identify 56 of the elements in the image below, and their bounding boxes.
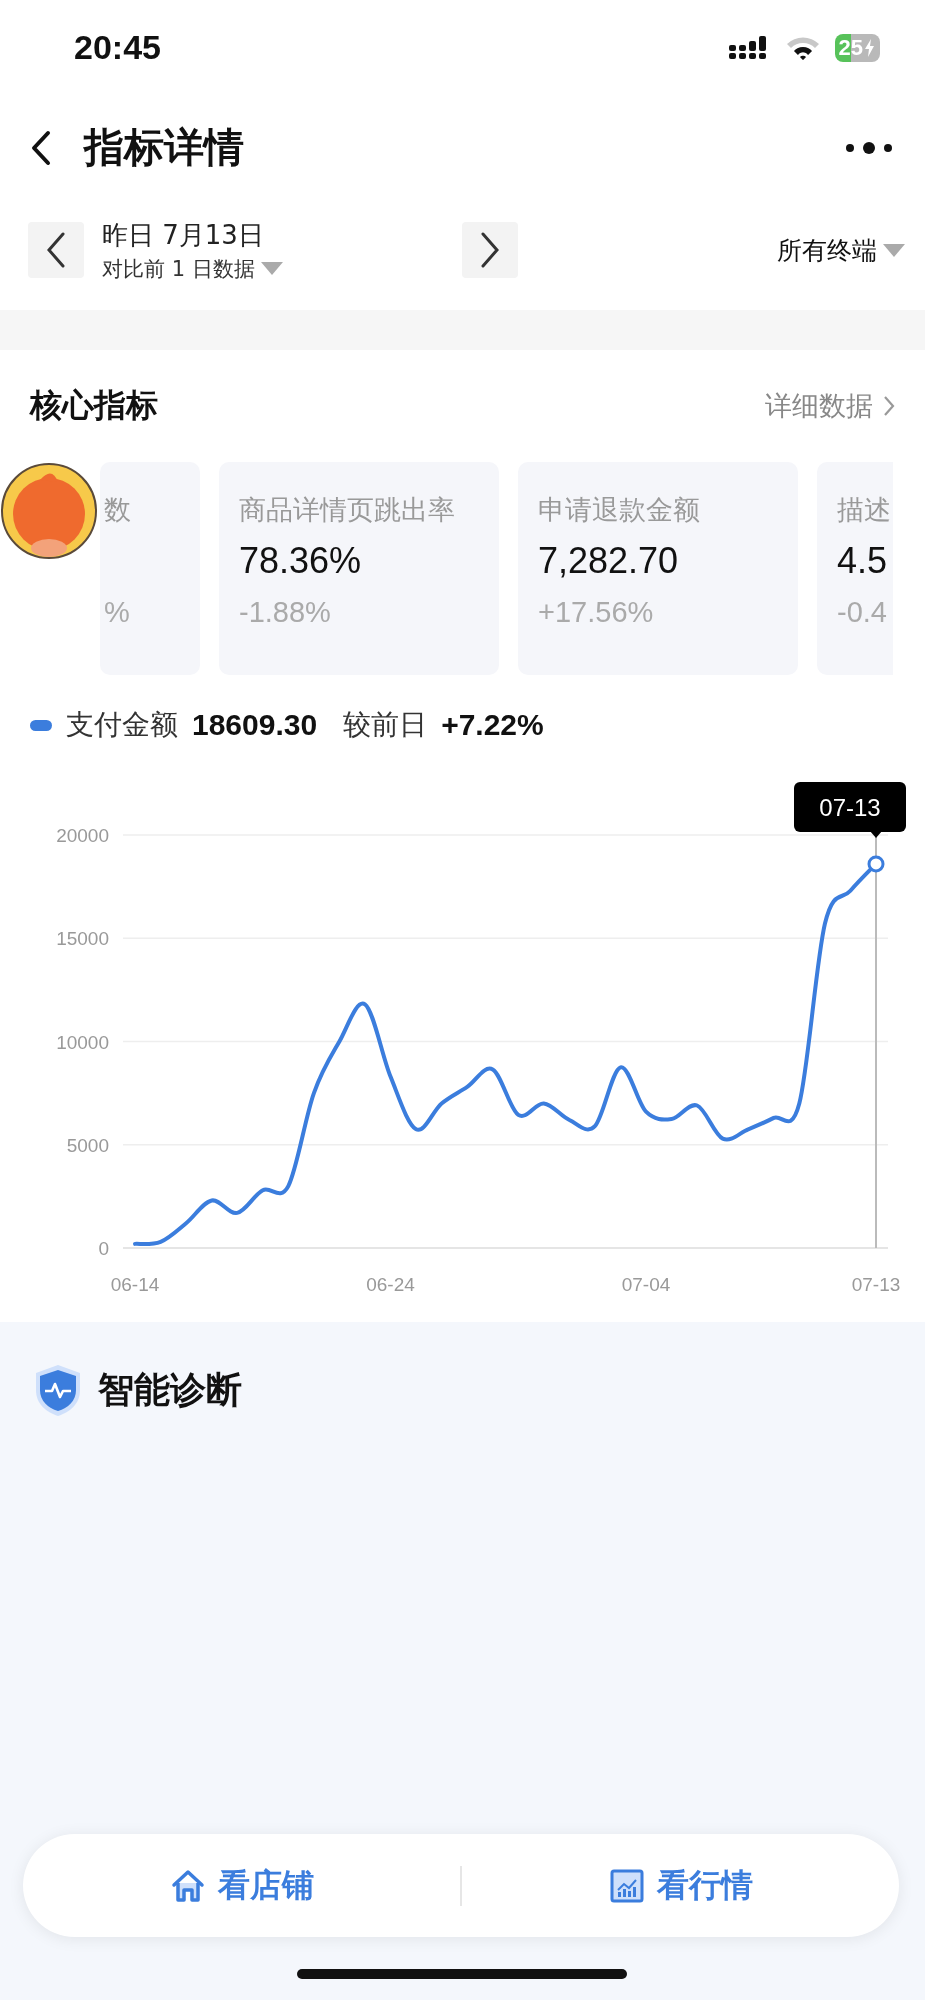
chevron-left-icon (46, 232, 66, 268)
metric-card[interactable]: 商品详情页跳出率 78.36% -1.88% (219, 462, 499, 675)
chevron-right-icon (883, 395, 895, 417)
home-icon (169, 1867, 206, 1904)
next-day-button[interactable] (462, 222, 518, 278)
charging-icon (865, 38, 874, 57)
compare-dropdown[interactable]: 对比前 1 日数据 (102, 254, 462, 283)
data-point (867, 855, 885, 873)
compare-value: +7.22% (441, 708, 544, 742)
x-axis-label: 06-24 (366, 1274, 415, 1295)
metric-label: 商品详情页跳出率 (239, 493, 456, 527)
terminal-dropdown[interactable]: 所有终端 (777, 233, 905, 267)
section-title: 智能诊断 (98, 1367, 242, 1412)
section-title: 核心指标 (30, 385, 158, 426)
y-axis-label: 20000 (56, 825, 109, 846)
previous-day-button[interactable] (28, 222, 84, 278)
x-axis-label: 06-14 (110, 1274, 160, 1295)
view-store-button[interactable]: 看店铺 (23, 1834, 460, 1937)
metric-card[interactable]: 申请退款金额 7,282.70 +17.56% (518, 462, 798, 675)
x-axis-label: 07-04 (621, 1274, 671, 1295)
status-time: 20:45 (74, 28, 161, 67)
metric-value: 4.5 (837, 540, 889, 583)
view-market-button[interactable]: 看行情 (462, 1834, 899, 1937)
x-axis-label: 07-13 (851, 1274, 901, 1295)
metric-value: 78.36% (239, 540, 363, 583)
dropdown-icon (883, 243, 905, 257)
date-label: 昨日 7月13日 (102, 218, 265, 252)
detail-data-label: 详细数据 (765, 389, 873, 423)
metric-change: -0.4 (837, 596, 888, 629)
metric-label: 数 (104, 493, 131, 527)
y-axis-label: 0 (98, 1238, 109, 1259)
metric-change: % (104, 596, 130, 629)
back-icon[interactable] (30, 129, 52, 166)
y-axis-label: 10000 (56, 1031, 109, 1053)
metric-total: 18609.30 (192, 708, 318, 742)
metric-label: 申请退款金额 (538, 493, 701, 527)
terminal-label: 所有终端 (777, 234, 877, 267)
y-axis-label: 15000 (56, 928, 109, 950)
y-axis-label: 5000 (66, 1134, 109, 1156)
metric-card[interactable]: 描述 4.5 -0.4 (817, 462, 893, 675)
more-icon[interactable] (845, 139, 893, 156)
tooltip-label: 07-13 (819, 794, 881, 821)
compare-label: 对比前 1 日数据 (102, 255, 255, 283)
dropdown-icon (260, 262, 283, 275)
metric-label: 描述 (837, 493, 892, 527)
metric-value: 7,282.70 (538, 540, 680, 583)
battery-level: 25 (838, 35, 863, 60)
compare-label: 较前日 (343, 707, 428, 743)
metric-change: +17.56% (538, 596, 655, 629)
legend-label: 支付金额 (66, 707, 178, 743)
assistant-avatar[interactable] (0, 462, 98, 560)
chevron-right-icon (480, 232, 500, 268)
chart-icon (608, 1867, 645, 1904)
metric-change: -1.88% (239, 596, 332, 629)
page-title: 指标详情 (84, 123, 245, 172)
detail-data-link[interactable]: 详细数据 (765, 388, 895, 424)
